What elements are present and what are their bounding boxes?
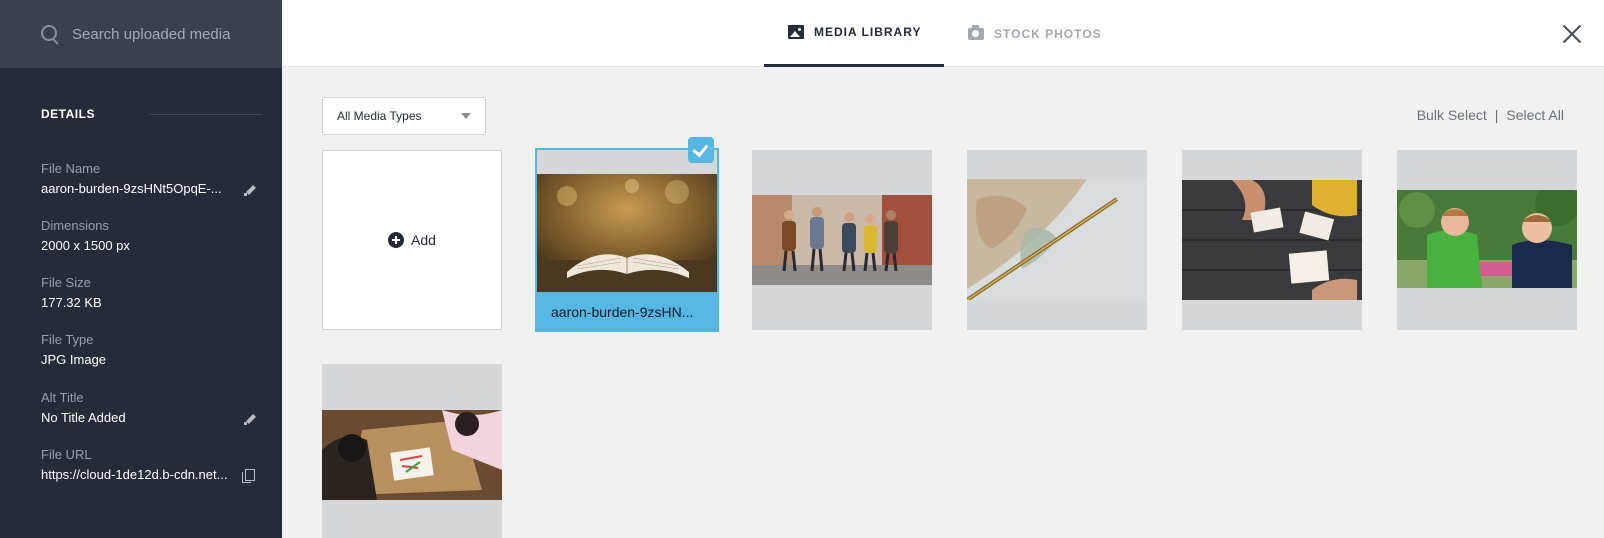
file-url-value: https://cloud-1de12d.b-cdn.net... — [41, 467, 228, 482]
file-url-label: File URL — [41, 447, 92, 462]
media-caption: aaron-burden-9zsHN... — [537, 292, 717, 330]
select-all-link[interactable]: Select All — [1506, 107, 1564, 123]
tab-media-library-label: MEDIA LIBRARY — [814, 25, 922, 39]
dimensions-field: Dimensions 2000 x 1500 px — [41, 218, 263, 253]
dimensions-value: 2000 x 1500 px — [41, 238, 130, 253]
details-sidebar: DETAILS File Name aaron-burden-9zsHNt5Op… — [0, 0, 282, 538]
file-type-field: File Type JPG Image — [41, 332, 263, 367]
chevron-down-icon — [461, 113, 471, 119]
media-thumbnail-boys — [1397, 190, 1577, 288]
plus-circle-icon — [388, 232, 405, 248]
alt-title-value: No Title Added — [41, 410, 126, 425]
media-tile[interactable] — [1397, 150, 1577, 330]
media-main-panel: MEDIA LIBRARY STOCK PHOTOS All Media Typ… — [282, 0, 1604, 538]
file-size-field: File Size 177.32 KB — [41, 275, 263, 310]
modal-header: MEDIA LIBRARY STOCK PHOTOS — [282, 0, 1604, 67]
image-icon — [788, 25, 804, 39]
media-type-select[interactable]: All Media Types — [322, 97, 486, 135]
media-thumbnail-bible — [537, 174, 717, 292]
media-thumbnail-globe — [967, 179, 1147, 300]
search-input[interactable] — [72, 25, 272, 43]
file-size-value: 177.32 KB — [41, 295, 102, 310]
copy-url-icon[interactable] — [242, 469, 255, 483]
media-type-selected-value: All Media Types — [337, 109, 422, 123]
camera-icon — [968, 24, 984, 40]
media-thumbnail-walking — [752, 195, 932, 285]
file-name-field: File Name aaron-burden-9zsHNt5OpqE-... — [41, 161, 263, 196]
bulk-select-link[interactable]: Bulk Select — [1417, 107, 1487, 123]
media-tile[interactable] — [967, 150, 1147, 330]
file-size-label: File Size — [41, 275, 91, 290]
selected-check-icon[interactable] — [688, 137, 714, 163]
search-icon — [40, 24, 60, 44]
bulk-separator: | — [1494, 107, 1499, 123]
edit-alt-title-pencil-icon[interactable] — [243, 412, 257, 426]
media-tile[interactable]: aaron-burden-9zsHN... — [535, 148, 719, 332]
alt-title-label: Alt Title — [41, 390, 84, 405]
file-url-field: File URL https://cloud-1de12d.b-cdn.net.… — [41, 447, 263, 483]
add-media-label: Add — [411, 232, 436, 248]
details-heading: DETAILS — [41, 107, 95, 121]
edit-file-name-pencil-icon[interactable] — [243, 183, 257, 197]
alt-title-field: Alt Title No Title Added — [41, 390, 263, 425]
tab-stock-photos-label: STOCK PHOTOS — [994, 26, 1102, 41]
media-thumbnail-drawing — [322, 410, 502, 500]
add-media-button[interactable]: Add — [322, 150, 502, 330]
search-bar — [0, 0, 282, 68]
media-tile[interactable] — [322, 364, 502, 538]
tab-stock-photos[interactable]: STOCK PHOTOS — [966, 0, 1116, 67]
file-type-label: File Type — [41, 332, 94, 347]
media-thumbnail-study — [1182, 180, 1362, 300]
details-divider — [150, 114, 262, 115]
close-icon[interactable] — [1562, 24, 1582, 44]
media-tile[interactable] — [1182, 150, 1362, 330]
dimensions-label: Dimensions — [41, 218, 109, 233]
file-name-value: aaron-burden-9zsHNt5OpqE-... — [41, 181, 222, 196]
file-type-value: JPG Image — [41, 352, 107, 367]
file-name-label: File Name — [41, 161, 101, 176]
tab-media-library[interactable]: MEDIA LIBRARY — [764, 0, 944, 67]
media-tile[interactable] — [752, 150, 932, 330]
bulk-actions: Bulk Select | Select All — [1417, 107, 1564, 123]
